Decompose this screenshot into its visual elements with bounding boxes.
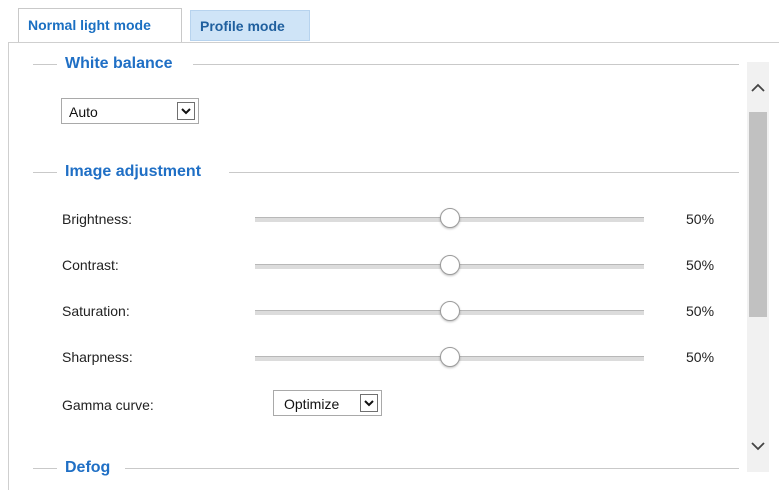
chevron-down-icon[interactable] bbox=[177, 102, 195, 120]
saturation-label: Saturation: bbox=[62, 303, 130, 319]
section-image-adjustment: Image adjustment bbox=[33, 162, 739, 182]
section-divider bbox=[125, 468, 739, 469]
scrollbar-thumb[interactable] bbox=[749, 112, 767, 317]
brightness-label: Brightness: bbox=[62, 211, 133, 227]
sharpness-slider-handle[interactable] bbox=[439, 347, 460, 367]
chevron-down-icon[interactable] bbox=[360, 394, 378, 412]
gamma-curve-value: Optimize bbox=[284, 396, 340, 412]
brightness-slider-handle[interactable] bbox=[439, 208, 460, 228]
panel-border-left bbox=[8, 42, 9, 490]
saturation-value: 50% bbox=[686, 303, 715, 319]
section-divider bbox=[33, 64, 57, 65]
section-white-balance: White balance bbox=[33, 54, 739, 74]
contrast-label: Contrast: bbox=[62, 257, 119, 273]
tab-profile-mode[interactable]: Profile mode bbox=[190, 10, 310, 41]
white-balance-select[interactable]: Auto bbox=[61, 98, 199, 124]
brightness-slider[interactable] bbox=[255, 208, 644, 228]
contrast-value: 50% bbox=[686, 257, 715, 273]
saturation-slider[interactable] bbox=[255, 301, 644, 321]
sharpness-value: 50% bbox=[686, 349, 715, 365]
panel-border-top bbox=[8, 42, 779, 43]
contrast-slider-handle[interactable] bbox=[439, 255, 460, 275]
section-divider bbox=[193, 64, 739, 65]
tab-normal-light-mode[interactable]: Normal light mode bbox=[18, 8, 182, 43]
sharpness-label: Sharpness: bbox=[62, 349, 133, 365]
vertical-scrollbar[interactable] bbox=[747, 62, 769, 472]
brightness-value: 50% bbox=[686, 211, 715, 227]
section-divider bbox=[33, 172, 57, 173]
gamma-curve-select[interactable]: Optimize bbox=[273, 390, 382, 416]
section-defog: Defog bbox=[33, 458, 739, 478]
section-divider bbox=[229, 172, 739, 173]
section-title-white-balance: White balance bbox=[65, 55, 181, 73]
white-balance-value: Auto bbox=[69, 104, 98, 120]
section-title-image-adjustment: Image adjustment bbox=[65, 163, 210, 181]
chevron-down-icon[interactable] bbox=[747, 434, 769, 458]
chevron-up-icon[interactable] bbox=[747, 76, 769, 100]
section-title-defog: Defog bbox=[65, 459, 119, 477]
saturation-slider-handle[interactable] bbox=[439, 301, 460, 321]
section-divider bbox=[33, 468, 57, 469]
gamma-curve-label: Gamma curve: bbox=[62, 397, 154, 413]
contrast-slider[interactable] bbox=[255, 255, 644, 275]
sharpness-slider[interactable] bbox=[255, 347, 644, 367]
